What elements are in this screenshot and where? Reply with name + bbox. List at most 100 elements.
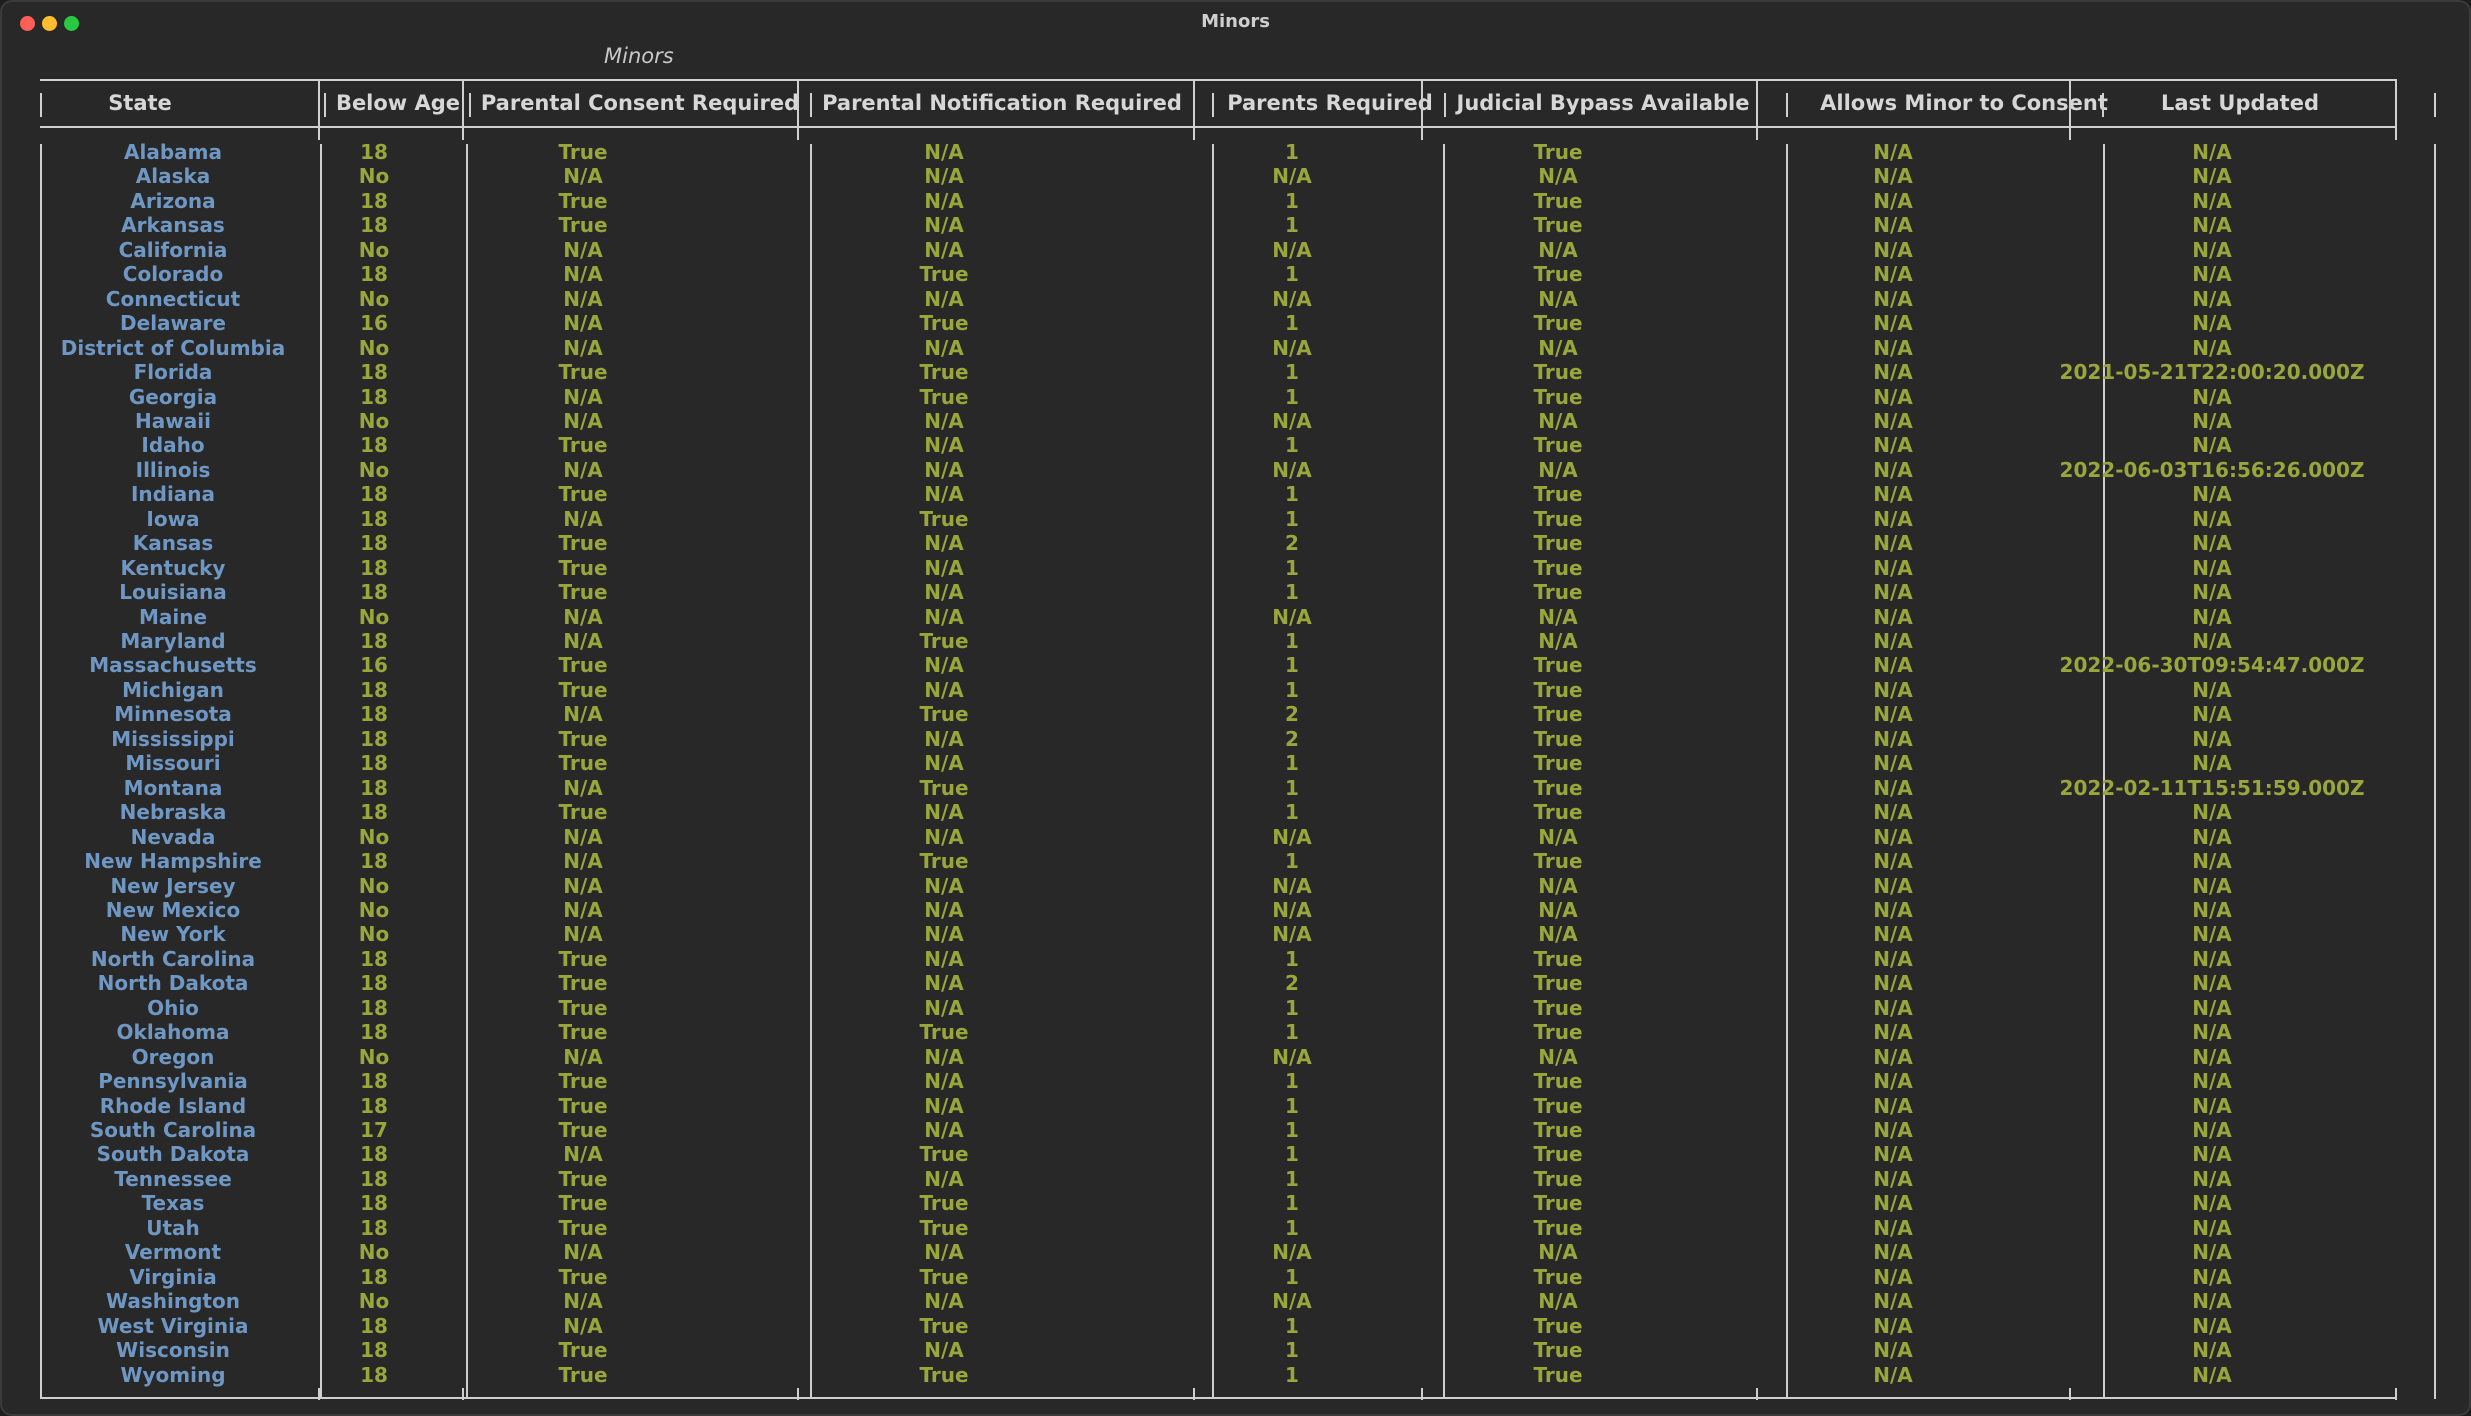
table-cell: No	[358, 824, 390, 849]
table-cell: 1	[1285, 653, 1299, 678]
table-row: North Dakota 18 True N/A 2 True N/A N/A	[2, 971, 2469, 995]
table-cell: N/A	[924, 922, 964, 947]
header-tick	[40, 93, 42, 117]
column-header[interactable]: Allows Minor to Consent	[1820, 91, 2108, 115]
table-cell: 18	[360, 1338, 388, 1363]
column-header[interactable]: Judicial Bypass Available	[1457, 91, 1750, 115]
state-cell: Georgia	[128, 384, 218, 409]
table-row: North Carolina 18 True N/A 1 True N/A N/A	[2, 947, 2469, 971]
table-cell: True	[558, 360, 608, 385]
state-cell: Nevada	[130, 824, 216, 849]
column-header[interactable]: Below Age	[336, 91, 460, 115]
table-cell: 18	[360, 1264, 388, 1289]
table-cell: N/A	[1538, 286, 1578, 311]
state-cell: Montana	[123, 775, 223, 800]
table-cell: N/A	[1873, 1142, 1913, 1167]
header-tick	[469, 93, 471, 117]
table-cell: True	[1533, 1191, 1583, 1216]
table-cell: 18	[360, 1313, 388, 1338]
table-cell: N/A	[1538, 1240, 1578, 1265]
table-cell: N/A	[1272, 1289, 1312, 1314]
table-cell: N/A	[924, 1289, 964, 1314]
table-cell: N/A	[2192, 555, 2232, 580]
table-cell: True	[558, 946, 608, 971]
table-cell: 18	[360, 384, 388, 409]
table-cell: N/A	[1272, 922, 1312, 947]
table-cell: N/A	[563, 164, 603, 189]
table-cell: N/A	[2192, 726, 2232, 751]
table-row: South Carolina 17 True N/A 1 True N/A N/A	[2, 1118, 2469, 1142]
table-cell: 18	[360, 677, 388, 702]
table-row: Utah 18 True True 1 True N/A N/A	[2, 1216, 2469, 1240]
table-cell: 18	[360, 531, 388, 556]
state-cell: Minnesota	[114, 702, 232, 727]
table-row: Arizona 18 True N/A 1 True N/A N/A	[2, 189, 2469, 213]
state-cell: Utah	[146, 1215, 200, 1240]
table-cell: 18	[360, 726, 388, 751]
table-cell: N/A	[563, 311, 603, 336]
table-cell: N/A	[1873, 164, 1913, 189]
table-cell: N/A	[2192, 1044, 2232, 1069]
table-cell: 18	[360, 1069, 388, 1094]
table-cell: 18	[360, 702, 388, 727]
table-cell: N/A	[924, 971, 964, 996]
table-cell: N/A	[1873, 1191, 1913, 1216]
table-cell: N/A	[1873, 286, 1913, 311]
table-cell: N/A	[2192, 311, 2232, 336]
table-cell: True	[1533, 1362, 1583, 1387]
table-cell: 1	[1285, 1362, 1299, 1387]
table-row: Ohio 18 True N/A 1 True N/A N/A	[2, 996, 2469, 1020]
table-cell: N/A	[2192, 800, 2232, 825]
table-cell: N/A	[1873, 262, 1913, 287]
table-cell: N/A	[2192, 531, 2232, 556]
table-cell: N/A	[1873, 1240, 1913, 1265]
table-cell: 18	[360, 555, 388, 580]
table-cell: N/A	[563, 702, 603, 727]
column-header[interactable]: Parental Consent Required	[481, 91, 799, 115]
table-cell: 1	[1285, 580, 1299, 605]
table-cell: N/A	[924, 1044, 964, 1069]
table-cell: No	[358, 1240, 390, 1265]
table-cell: N/A	[563, 922, 603, 947]
column-header[interactable]: Parents Required	[1227, 91, 1433, 115]
table-cell: N/A	[924, 457, 964, 482]
table-cell: True	[558, 531, 608, 556]
table-cell: 18	[360, 971, 388, 996]
table-cell: True	[558, 188, 608, 213]
table-row: Nebraska 18 True N/A 1 True N/A N/A	[2, 800, 2469, 824]
table-cell: No	[358, 237, 390, 262]
state-cell: Tennessee	[114, 1166, 232, 1191]
column-header[interactable]: State	[108, 91, 172, 115]
table-cell: N/A	[2192, 1069, 2232, 1094]
table-row: Oregon No N/A N/A N/A N/A N/A N/A	[2, 1045, 2469, 1069]
header-separator	[797, 79, 799, 140]
table-cell: N/A	[2192, 1240, 2232, 1265]
table-cell: N/A	[924, 1093, 964, 1118]
state-cell: Massachusetts	[89, 653, 257, 678]
table-cell: True	[1533, 946, 1583, 971]
table-cell: 2	[1285, 531, 1299, 556]
table-cell: 1	[1285, 213, 1299, 238]
table-cell: N/A	[1538, 897, 1578, 922]
table-cell: N/A	[563, 286, 603, 311]
title-bar: Minors	[2, 2, 2469, 42]
state-cell: Mississippi	[111, 726, 235, 751]
state-cell: New Jersey	[110, 873, 236, 898]
state-cell: North Dakota	[97, 971, 249, 996]
table-cell: N/A	[1873, 677, 1913, 702]
table-cell: True	[1533, 213, 1583, 238]
table-cell: N/A	[1538, 1289, 1578, 1314]
table-cell: N/A	[2192, 873, 2232, 898]
table-cell: 18	[360, 849, 388, 874]
table-cell: N/A	[1873, 237, 1913, 262]
column-header[interactable]: Parental Notification Required	[822, 91, 1182, 115]
table-cell: N/A	[1873, 1215, 1913, 1240]
table-cell: No	[358, 604, 390, 629]
column-header[interactable]: Last Updated	[2161, 91, 2319, 115]
table-cell: 17	[360, 1118, 388, 1142]
header-separator	[462, 79, 464, 140]
table-cell: N/A	[1272, 286, 1312, 311]
header-separator	[1756, 79, 1758, 140]
table-cell: 18	[360, 751, 388, 776]
table-cell: True	[1533, 580, 1583, 605]
